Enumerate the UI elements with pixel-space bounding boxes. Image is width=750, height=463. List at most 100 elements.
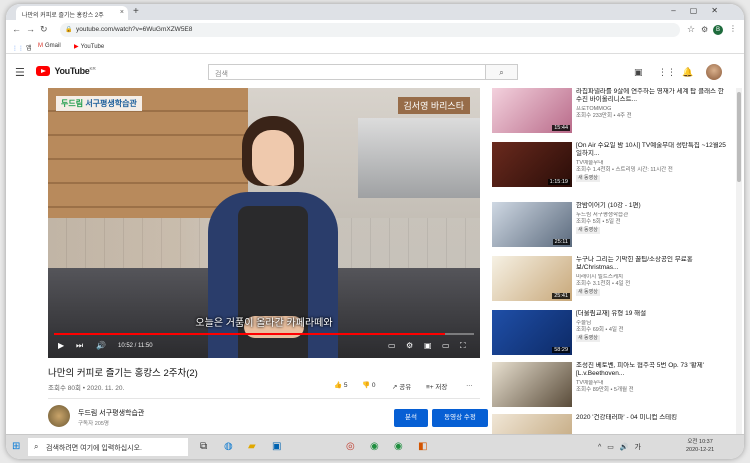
- video-thumbnail: 25:11: [492, 202, 572, 247]
- list-item[interactable]: 25:11 한밤이어기 (10강 - 1편) 두드림 서구평생학습관 조회수 5회…: [492, 202, 732, 252]
- url-text: youtube.com/watch?v=6WuGmXZW5E8: [76, 26, 193, 33]
- search-input[interactable]: 검색: [208, 64, 486, 80]
- bookmark-apps[interactable]: ⋮⋮ 앱: [12, 43, 32, 52]
- list-item[interactable]: 조성진 베토벤, 피아노 협주곡 5번 Op. 73 '황제' [L.v.Bee…: [492, 362, 732, 412]
- windows-taskbar: ⊞ ⌕ 검색하려면 여기에 입력하십시오. ⧉ ◍ ▰ ▣ ◎ ◉ ◉ ◧ ^ …: [6, 434, 744, 459]
- volume-icon[interactable]: 🔊: [96, 341, 106, 350]
- lock-icon: 🔒: [65, 27, 73, 33]
- dislike-button[interactable]: 👎 0: [362, 381, 376, 389]
- screen: 나만의 커피로 즐기는 홍캉스 2주 × + –▢✕ ← → ↻ 🔒 youtu…: [6, 4, 744, 459]
- video-thumbnail: 58:29: [492, 310, 572, 355]
- powerpoint-icon[interactable]: ◧: [418, 441, 427, 452]
- tab-close-icon[interactable]: ×: [120, 9, 124, 16]
- back-icon[interactable]: ←: [12, 24, 21, 34]
- video-thumbnail: 25:41: [492, 256, 572, 301]
- progress-fill: [54, 333, 445, 335]
- youtube-header: ☰ YouTubeKR 검색 ⌕ ▣ ⋮⋮ 🔔: [6, 54, 744, 88]
- app-icon[interactable]: ◎: [346, 441, 355, 452]
- search-button[interactable]: ⌕: [486, 64, 518, 80]
- bookmark-youtube[interactable]: ▶ YouTube: [74, 43, 104, 50]
- bookmarks-bar: ⋮⋮ 앱 M Gmail ▶ YouTube: [6, 40, 744, 54]
- new-badge: 새 동영상: [576, 289, 600, 296]
- window-controls[interactable]: –▢✕: [671, 6, 732, 15]
- save-button[interactable]: ≡+ 저장: [426, 381, 447, 391]
- analytics-button[interactable]: 분석: [394, 409, 428, 427]
- video-player[interactable]: 두드림 서구평생학습관 김서영 바리스타 오늘은 거품이 올라간 카페라떼와 ▶…: [48, 88, 480, 358]
- list-item[interactable]: 15:44 라칩파넬라를 9살에 연주하는 영재가 세계 탑 클래스 한수진 바…: [492, 88, 732, 138]
- menu-icon[interactable]: ☰: [15, 66, 25, 79]
- video-views: 조회수 80회 • 2020. 11. 20.: [48, 385, 125, 392]
- play-icon[interactable]: ▶: [58, 341, 64, 350]
- reload-icon[interactable]: ↻: [40, 24, 48, 35]
- thumbs-up-icon: 👍: [334, 382, 343, 389]
- address-bar[interactable]: 🔒 youtube.com/watch?v=6WuGmXZW5E8: [60, 23, 680, 37]
- presenter-name-tag: 김서영 바리스타: [397, 97, 470, 114]
- apps-grid-icon[interactable]: ⋮⋮: [658, 67, 676, 78]
- settings-gear-icon[interactable]: ⚙: [406, 341, 413, 350]
- browser-menu-icon[interactable]: ⋮: [729, 24, 737, 33]
- youtube-logo[interactable]: YouTubeKR: [36, 66, 96, 76]
- video-thumbnail: 15:44: [492, 88, 572, 133]
- browser-tab[interactable]: 나만의 커피로 즐기는 홍캉스 2주 ×: [16, 6, 128, 20]
- new-badge: 새 동영상: [576, 227, 600, 234]
- bookmark-gmail[interactable]: M Gmail: [38, 43, 61, 49]
- video-thumbnail: [492, 362, 572, 407]
- list-item[interactable]: 58:29 [더울림교재] 유형 19 해설 수울님 조회수 69회 • 4일 전…: [492, 310, 732, 360]
- next-icon[interactable]: ⏭: [76, 341, 83, 351]
- video-thumbnail: [492, 414, 572, 434]
- system-tray[interactable]: ^ ▭ 🔊 가: [598, 442, 643, 452]
- share-button[interactable]: ↗ 공유: [392, 381, 411, 391]
- edge-icon[interactable]: ◍: [224, 441, 233, 452]
- video-subtitle: 오늘은 거품이 올라간 카페라떼와: [195, 318, 333, 329]
- chrome-icon-2[interactable]: ◉: [394, 441, 403, 452]
- subtitles-icon[interactable]: ▭: [388, 341, 396, 350]
- page-scrollbar[interactable]: [736, 88, 742, 434]
- channel-avatar[interactable]: [48, 405, 70, 427]
- windows-start-icon[interactable]: ⊞: [12, 441, 20, 452]
- bookmark-star-icon[interactable]: ☆: [687, 24, 695, 35]
- notifications-bell-icon[interactable]: 🔔: [682, 67, 693, 78]
- subscriber-count: 구독자 205명: [78, 421, 109, 427]
- profile-avatar[interactable]: B: [713, 25, 723, 35]
- forward-icon[interactable]: →: [26, 24, 35, 34]
- new-badge: 새 동영상: [576, 175, 600, 182]
- new-tab-icon[interactable]: +: [133, 6, 139, 17]
- task-view-icon[interactable]: ⧉: [200, 441, 207, 452]
- file-explorer-icon[interactable]: ▰: [248, 441, 256, 452]
- taskbar-search-input[interactable]: ⌕ 검색하려면 여기에 입력하십시오.: [28, 438, 188, 456]
- taskbar-clock[interactable]: 오전 10:37 2020-12-21: [686, 438, 714, 454]
- search-icon: ⌕: [499, 68, 504, 77]
- apps-icon: ⋮⋮: [12, 46, 24, 52]
- search-icon: ⌕: [34, 442, 39, 451]
- youtube-play-icon: [36, 66, 50, 76]
- youtube-icon: ▶: [74, 44, 79, 50]
- browser-toolbar: ← → ↻ 🔒 youtube.com/watch?v=6WuGmXZW5E8 …: [6, 20, 744, 40]
- account-avatar[interactable]: [706, 64, 722, 80]
- thumbs-down-icon: 👎: [362, 382, 371, 389]
- fullscreen-icon[interactable]: ⛶: [460, 341, 466, 351]
- video-thumbnail: 1:15:19: [492, 142, 572, 187]
- theater-mode-icon[interactable]: ▭: [442, 341, 450, 350]
- list-item[interactable]: 1:15:19 [On Air 수요일 밤 10시] TV예술무대 성탄특집 ~…: [492, 142, 732, 192]
- tab-title: 나만의 커피로 즐기는 홍캉스 2주: [22, 13, 104, 19]
- video-title: 나만의 커피로 즐기는 홍캉스 2주차(2): [48, 368, 198, 379]
- time-display: 10:52 / 11:50: [118, 343, 153, 349]
- gmail-icon: M: [38, 43, 43, 49]
- chrome-icon[interactable]: ◉: [370, 441, 379, 452]
- create-video-icon[interactable]: ▣: [634, 67, 643, 78]
- extension-icon[interactable]: ⚙: [701, 25, 708, 34]
- list-item[interactable]: 25:41 누구나 그리는 기막힌 꿀팁/소상공인 무료홍보/Christmas…: [492, 256, 732, 306]
- progress-bar[interactable]: [54, 333, 474, 335]
- more-actions-button[interactable]: …: [466, 381, 473, 388]
- miniplayer-icon[interactable]: ▣: [424, 341, 432, 350]
- share-icon: ↗: [392, 384, 398, 391]
- store-icon[interactable]: ▣: [272, 441, 281, 452]
- browser-tabbar: 나만의 커피로 즐기는 홍캉스 2주 × + –▢✕: [6, 4, 744, 20]
- new-badge: 새 동영상: [576, 335, 600, 342]
- edit-video-button[interactable]: 동영상 수정: [432, 409, 488, 427]
- channel-name[interactable]: 두드림 서구평생학습관: [78, 408, 144, 418]
- channel-watermark: 두드림 서구평생학습관: [56, 96, 142, 111]
- player-controls: ▶ ⏭ 🔊 10:52 / 11:50 ▭ ⚙ ▣ ▭ ⛶: [48, 337, 480, 358]
- playlist-add-icon: ≡+: [426, 384, 434, 391]
- like-button[interactable]: 👍 5: [334, 381, 348, 389]
